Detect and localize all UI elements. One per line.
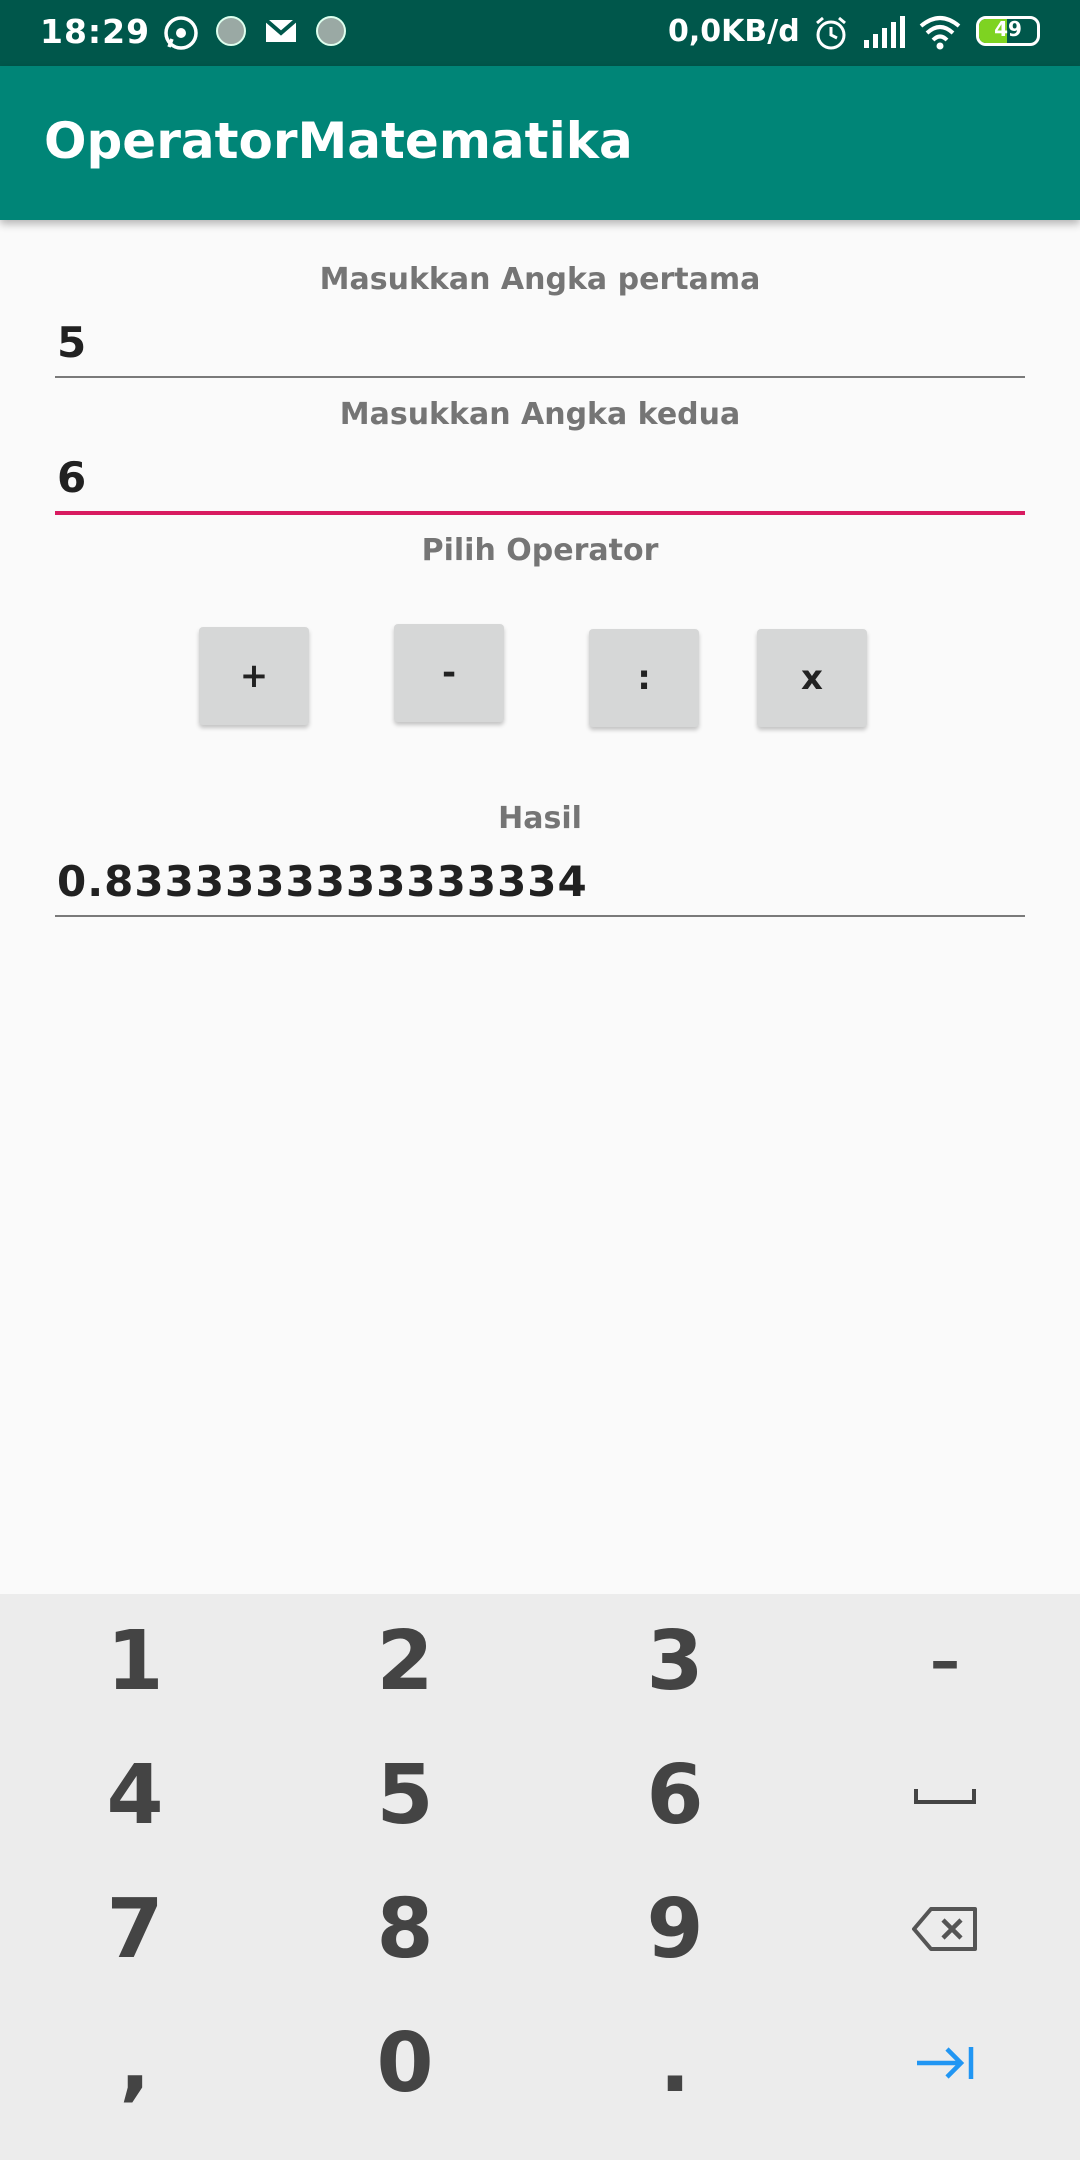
next-icon	[917, 2047, 974, 2079]
second-number-value: 6	[57, 453, 88, 502]
subtract-button[interactable]: -	[394, 624, 504, 722]
key-6[interactable]: 6	[540, 1728, 810, 1862]
signal-icon	[862, 14, 906, 54]
numeric-keyboard: 1 2 3 – 4 5 6 7 8 9 , 0 .	[0, 1594, 1080, 2160]
status-bar: 18:29 0,0KB/d 49	[0, 0, 1080, 66]
key-9[interactable]: 9	[540, 1862, 810, 1996]
key-comma[interactable]: ,	[0, 1996, 270, 2130]
add-button[interactable]: +	[199, 627, 309, 725]
key-2[interactable]: 2	[270, 1594, 540, 1728]
divide-button[interactable]: :	[589, 629, 699, 727]
multiply-button[interactable]: x	[757, 629, 867, 727]
space-icon	[914, 1789, 976, 1804]
wifi-icon	[918, 14, 962, 54]
key-next[interactable]	[810, 1996, 1080, 2130]
app-icon	[214, 14, 248, 52]
operator-label: Pilih Operator	[421, 533, 659, 568]
status-time: 18:29	[40, 12, 151, 51]
first-number-label: Masukkan Angka pertama	[319, 262, 761, 297]
app-icon	[314, 14, 348, 52]
backspace-icon	[912, 1907, 977, 1951]
key-minus[interactable]: –	[810, 1594, 1080, 1728]
app-bar: OperatorMatematika	[0, 66, 1080, 220]
app-title: OperatorMatematika	[44, 112, 633, 170]
second-number-input[interactable]: 6	[55, 449, 1025, 515]
key-7[interactable]: 7	[0, 1862, 270, 1996]
key-0[interactable]: 0	[270, 1996, 540, 2130]
first-number-value: 5	[57, 318, 88, 367]
key-space[interactable]	[810, 1728, 1080, 1862]
key-3[interactable]: 3	[540, 1594, 810, 1728]
battery-level: 49	[994, 17, 1022, 41]
key-8[interactable]: 8	[270, 1862, 540, 1996]
key-5[interactable]: 5	[270, 1728, 540, 1862]
second-number-label: Masukkan Angka kedua	[339, 397, 741, 432]
key-period[interactable]: .	[540, 1996, 810, 2130]
network-speed: 0,0KB/d	[668, 14, 800, 49]
result-label: Hasil	[498, 801, 582, 836]
gmail-icon	[264, 14, 298, 52]
first-number-input[interactable]: 5	[55, 314, 1025, 378]
key-backspace[interactable]	[810, 1862, 1080, 1996]
result-field: 0.8333333333333334	[55, 853, 1025, 917]
key-1[interactable]: 1	[0, 1594, 270, 1728]
alarm-icon	[812, 14, 850, 56]
battery-icon: 49	[976, 16, 1040, 46]
result-value: 0.8333333333333334	[57, 857, 588, 906]
whatsapp-icon	[162, 14, 200, 56]
key-4[interactable]: 4	[0, 1728, 270, 1862]
